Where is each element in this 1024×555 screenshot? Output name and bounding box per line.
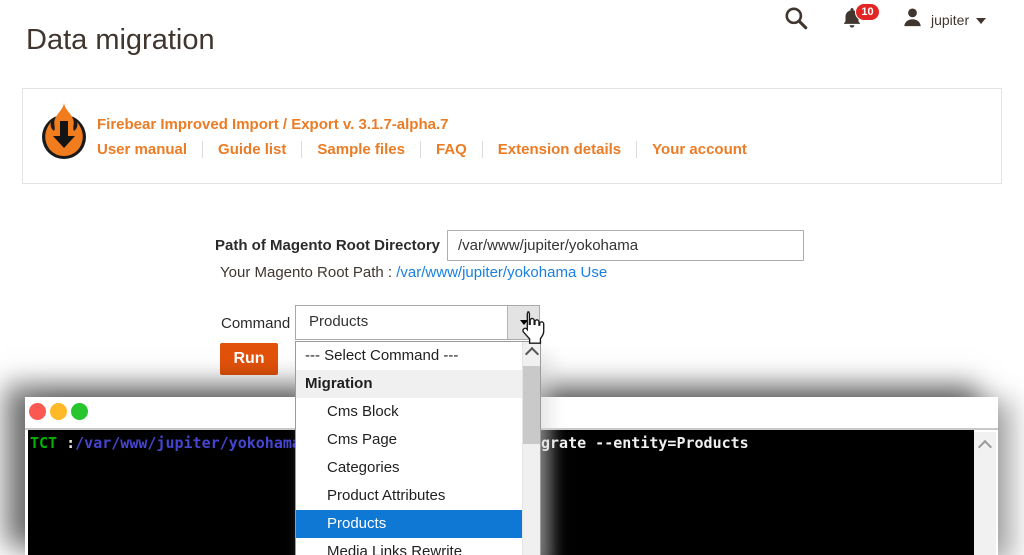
root-path-link[interactable]: /var/www/jupiter/yokohama [396,264,576,281]
page-title: Data migration [26,24,215,57]
dropdown-option[interactable]: --- Select Command --- [296,342,523,370]
extension-link[interactable]: FAQ [419,141,467,158]
magento-root-path-input[interactable] [447,230,804,261]
command-select-value: Products [309,313,369,330]
dropdown-option[interactable]: Product Attributes [296,482,523,510]
extension-link[interactable]: Guide list [202,141,286,158]
root-path-line: Your Magento Root Path : /var/www/jupite… [220,264,607,281]
notification-count-badge[interactable]: 10 [855,3,880,21]
run-button[interactable]: Run [220,343,278,375]
scrollbar-thumb[interactable] [523,366,540,444]
dropdown-option[interactable]: Cms Block [296,398,523,426]
extension-link[interactable]: Sample files [301,141,405,158]
dropdown-option[interactable]: Cms Page [296,426,523,454]
terminal-scrollbar[interactable] [974,432,996,555]
dropdown-scrollbar[interactable] [522,342,540,555]
user-icon [901,6,924,34]
dropdown-option[interactable]: Products [296,510,523,538]
command-label: Command [221,315,291,332]
dropdown-option[interactable]: Media Links Rewrite [296,538,523,555]
dropdown-option[interactable]: Categories [296,454,523,482]
user-name: jupiter [931,12,970,28]
terminal-prompt-user: TCT [30,434,58,452]
scroll-up-icon [977,439,993,455]
page: Data migration 10 jupiter Firebear Impro… [0,0,1024,555]
use-link[interactable]: Use [580,264,607,281]
path-label: Path of Magento Root Directory [215,237,441,254]
extension-link[interactable]: Extension details [481,141,621,158]
maximize-window-icon[interactable] [71,403,88,420]
extension-links: User manual Guide list Sample files FAQ Exte… [97,141,747,158]
minimize-window-icon[interactable] [50,403,67,420]
chevron-down-icon [976,18,987,24]
root-path-label: Your Magento Root Path : [220,264,393,281]
terminal-command-fragment: grate --entity=Products [541,434,749,452]
triangle-down-icon [519,320,528,325]
search-icon [783,7,809,35]
dropdown-option[interactable]: Migration [296,370,523,398]
extension-heading: Firebear Improved Import / Export v. 3.1… [97,116,449,133]
firebear-logo-icon [41,102,87,167]
command-dropdown-list: --- Select Command --- Migration Cms Blo… [296,342,523,555]
extension-link[interactable]: Your account [636,141,747,158]
search-button[interactable] [783,5,809,36]
command-dropdown: --- Select Command --- Migration Cms Blo… [295,341,541,555]
scroll-up-icon [524,346,539,362]
command-select-arrow-button[interactable] [507,306,539,339]
firebear-panel: Firebear Improved Import / Export v. 3.1… [22,88,1002,184]
command-select[interactable]: Products [295,305,540,340]
terminal-prompt-colon: : [66,434,76,452]
extension-link[interactable]: User manual [97,141,187,158]
user-menu[interactable]: jupiter [901,6,987,34]
terminal-prompt-path: /var/www/jupiter/yokohama [75,434,301,452]
close-window-icon[interactable] [29,403,46,420]
terminal-prompt: TCT :/var/www/jupiter/yokohama [30,434,301,452]
